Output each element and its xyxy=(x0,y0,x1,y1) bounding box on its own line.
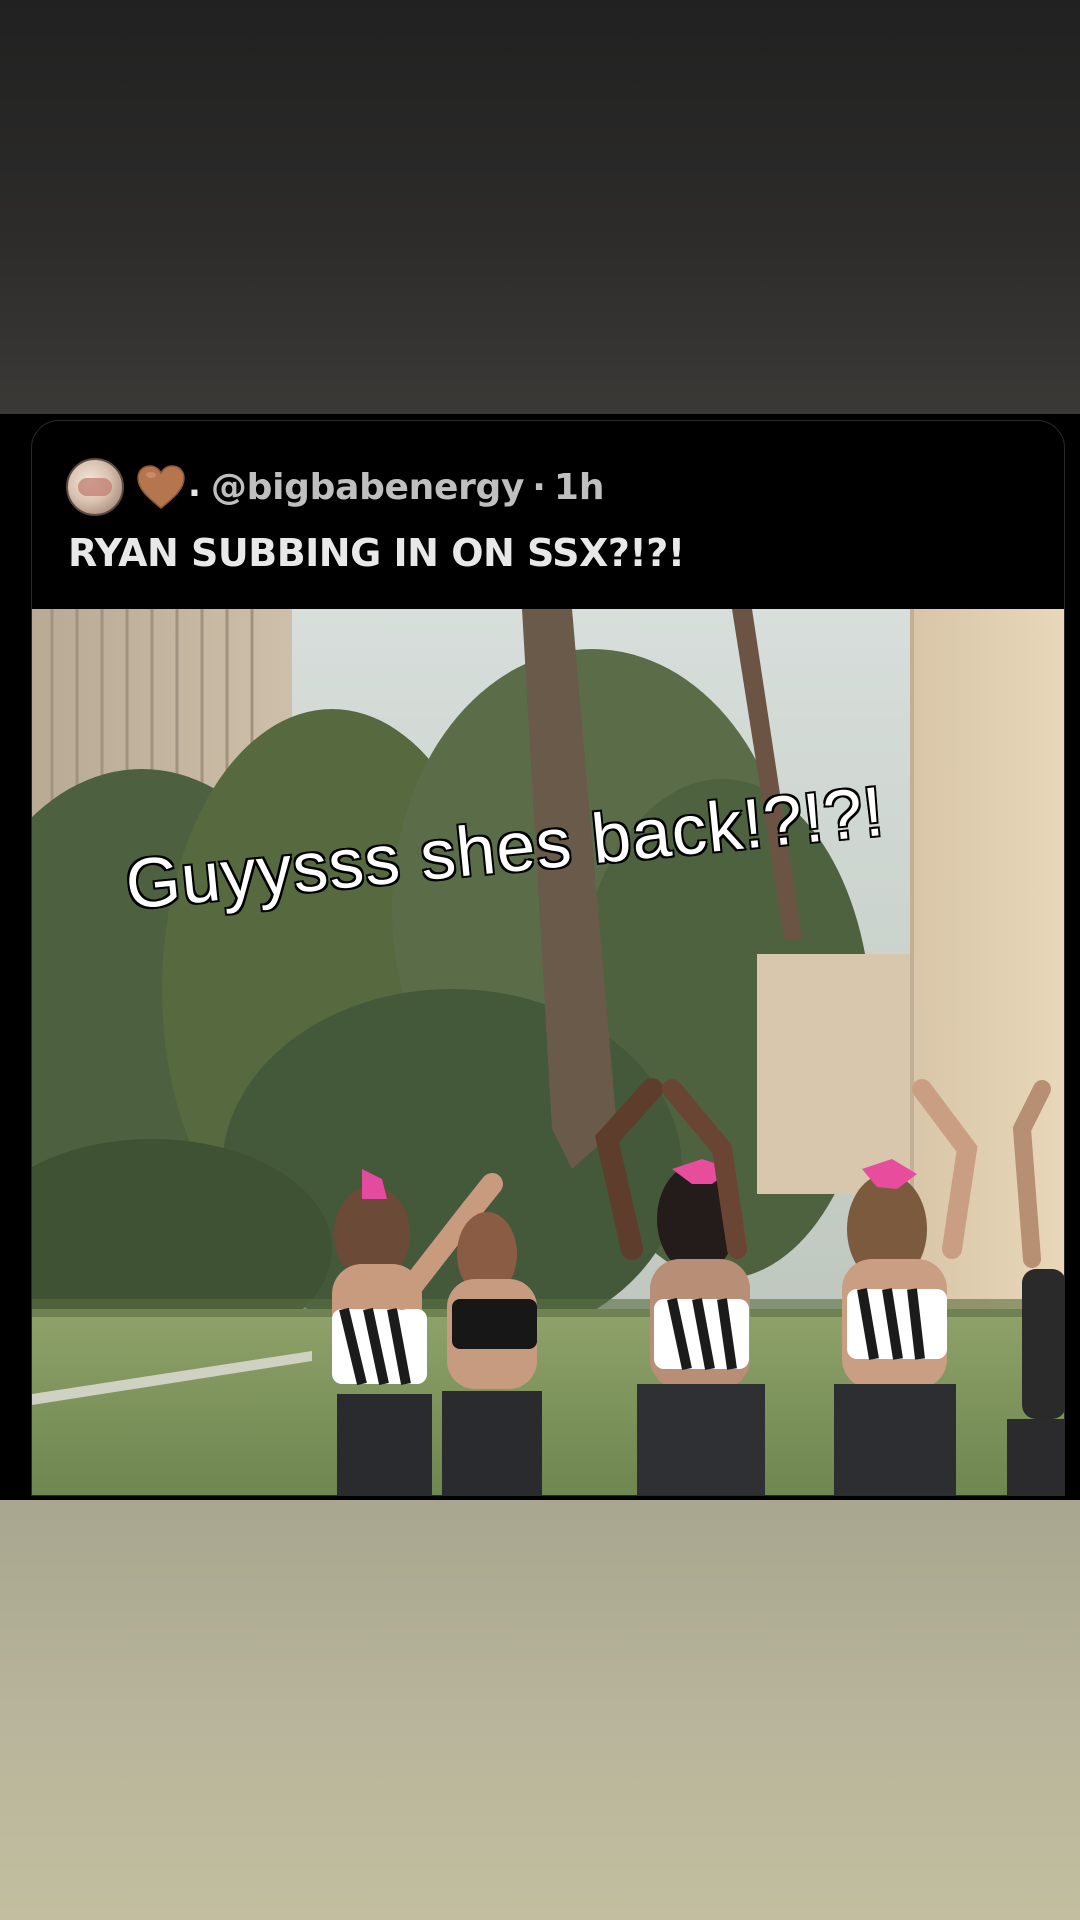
shared-post-card[interactable]: . @bigbabenergy · 1h RYAN SUBBING IN ON … xyxy=(31,420,1065,1496)
post-text: RYAN SUBBING IN ON SSX?!?! xyxy=(68,531,685,575)
post-time: 1h xyxy=(553,466,605,508)
author-handle[interactable]: @bigbabenergy xyxy=(211,467,525,508)
author-line: . @bigbabenergy · 1h xyxy=(136,457,605,517)
brown-heart-icon xyxy=(137,465,185,509)
avatar-image xyxy=(78,478,112,496)
display-name[interactable]: . xyxy=(188,465,201,505)
media-photo xyxy=(32,609,1064,1495)
post-header: . @bigbabenergy · 1h RYAN SUBBING IN ON … xyxy=(32,421,1064,609)
story-background-top xyxy=(0,0,1080,414)
separator-dot: · xyxy=(532,466,546,508)
avatar[interactable] xyxy=(66,458,124,516)
post-media[interactable]: Guyysss shes back!?!?! xyxy=(32,609,1064,1495)
story-background-bottom xyxy=(0,1500,1080,1920)
